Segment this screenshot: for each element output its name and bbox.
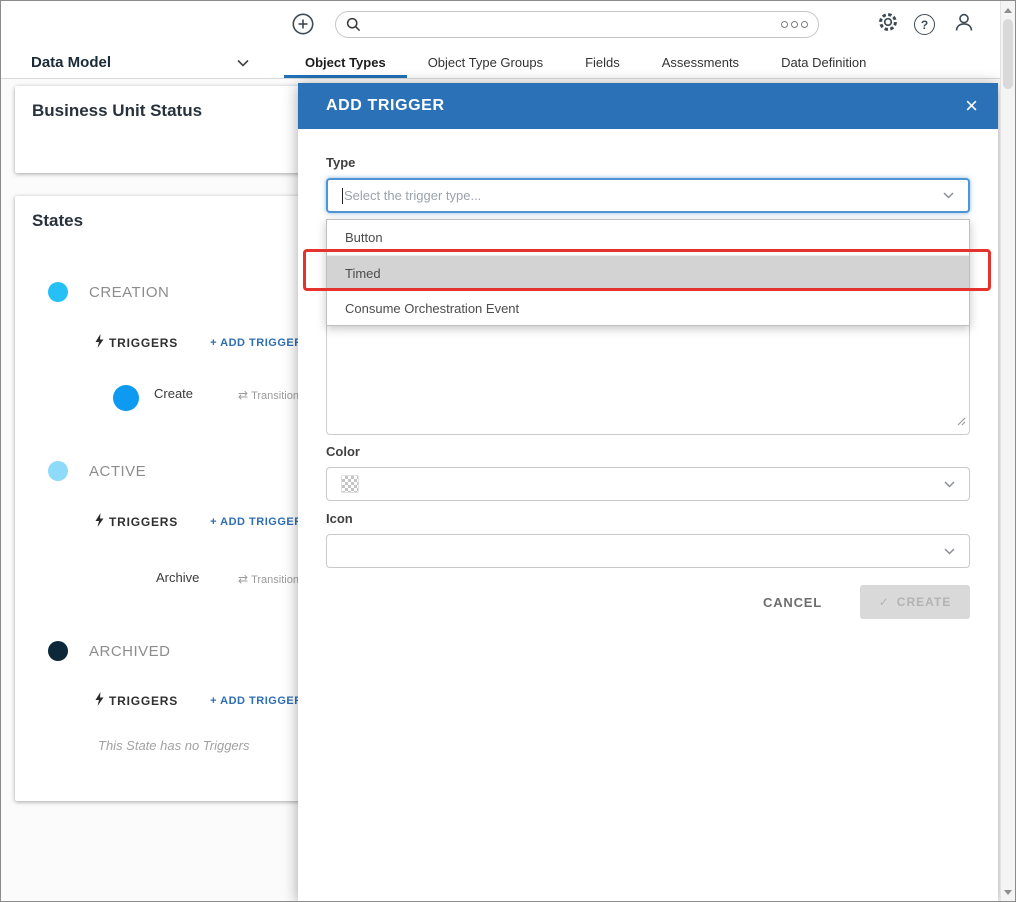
state-color-dot [48,461,68,481]
state-name: ARCHIVED [89,643,171,660]
gear-icon [877,11,899,38]
tab-data-definition[interactable]: Data Definition [760,47,887,78]
triggers-label: TRIGGERS [109,515,179,529]
triggers-row: TRIGGERS + ADD TRIGGER [95,333,303,353]
search-icon [346,17,361,32]
transitions-link[interactable]: ⇄Transitions t [238,388,298,402]
transitions-text: Transitions [251,574,298,586]
triggers-label: TRIGGERS [109,694,179,708]
text-cursor [342,187,343,204]
state-name: CREATION [89,284,170,301]
user-menu-button[interactable] [952,13,975,36]
create-button[interactable]: ✓ CREATE [860,585,970,619]
trigger-bolt-icon [95,333,104,353]
transitions-text: Transitions t [251,390,298,402]
add-new-button[interactable] [292,13,314,35]
app-window: ? Data Model Object Types Object Type Gr… [0,0,1016,902]
tab-assessments[interactable]: Assessments [641,47,760,78]
transitions-arrows-icon: ⇄ [238,388,249,402]
chevron-down-icon [237,59,249,67]
icon-label: Icon [326,511,353,526]
user-icon [953,11,975,38]
transitions-arrows-icon: ⇄ [238,572,249,586]
color-swatch [341,475,359,493]
cancel-button[interactable]: CANCEL [763,595,822,610]
modal-header: ADD TRIGGER × [298,83,998,129]
page-scrollbar[interactable] [1000,1,1015,901]
state-color-dot [48,641,68,661]
nav-bar: Data Model Object Types Object Type Grou… [1,47,1000,79]
trigger-type-dropdown: Button Timed Consume Orchestration Event [326,219,970,326]
modal-actions: CANCEL ✓ CREATE [326,585,970,619]
type-label: Type [326,155,356,170]
add-trigger-link[interactable]: + ADD TRIGGER [210,337,303,349]
close-icon[interactable]: × [965,95,978,117]
create-button-label: CREATE [896,595,952,609]
search-input[interactable] [335,11,819,38]
add-trigger-link[interactable]: + ADD TRIGGER [210,695,303,707]
transitions-link[interactable]: ⇄Transitions [238,572,298,586]
plus-circle-icon [292,13,314,39]
add-trigger-link[interactable]: + ADD TRIGGER [210,516,303,528]
triggers-row: TRIGGERS + ADD TRIGGER [95,691,303,711]
chevron-down-icon [944,547,955,555]
triggers-label: TRIGGERS [109,336,179,350]
type-placeholder: Select the trigger type... [344,188,482,203]
data-model-dropdown-label: Data Model [31,54,112,71]
trigger-name[interactable]: Archive [156,570,199,585]
states-title: States [32,211,84,230]
search-overflow-button[interactable] [781,21,808,28]
state-name: ACTIVE [89,463,147,480]
trigger-bolt-icon [95,691,104,711]
trigger-type-select[interactable]: Select the trigger type... [326,178,970,213]
modal-title: ADD TRIGGER [326,97,445,114]
tab-object-type-groups[interactable]: Object Type Groups [407,47,564,78]
tab-fields[interactable]: Fields [564,47,641,78]
top-bar: ? [1,1,1000,47]
check-icon: ✓ [878,595,890,609]
color-select[interactable] [326,467,970,501]
tab-object-types[interactable]: Object Types [284,47,407,78]
nav-tabs: Object Types Object Type Groups Fields A… [284,47,887,78]
scroll-up-arrow-icon[interactable] [1001,3,1015,17]
option-button[interactable]: Button [327,220,969,255]
resize-grip-icon[interactable] [956,413,966,431]
trigger-bolt-icon [95,512,104,532]
icon-select[interactable] [326,534,970,568]
state-color-dot [48,282,68,302]
settings-button[interactable] [876,13,899,36]
help-icon: ? [914,14,935,35]
help-button[interactable]: ? [913,13,936,36]
no-triggers-note: This State has no Triggers [98,738,250,753]
trigger-name[interactable]: Create [154,386,193,401]
trigger-color-dot[interactable] [113,385,139,411]
object-type-title: Business Unit Status [32,101,203,120]
scroll-down-arrow-icon[interactable] [1001,885,1015,899]
data-model-dropdown[interactable]: Data Model [1,47,271,78]
color-label: Color [326,444,360,459]
chevron-down-icon [944,480,955,488]
option-consume-orchestration-event[interactable]: Consume Orchestration Event [327,290,969,325]
chevron-down-icon [943,192,954,199]
option-timed[interactable]: Timed [327,255,969,290]
scrollbar-thumb[interactable] [1003,19,1013,89]
add-trigger-modal: ADD TRIGGER × Type Select the trigger ty… [298,83,998,901]
triggers-row: TRIGGERS + ADD TRIGGER [95,512,303,532]
